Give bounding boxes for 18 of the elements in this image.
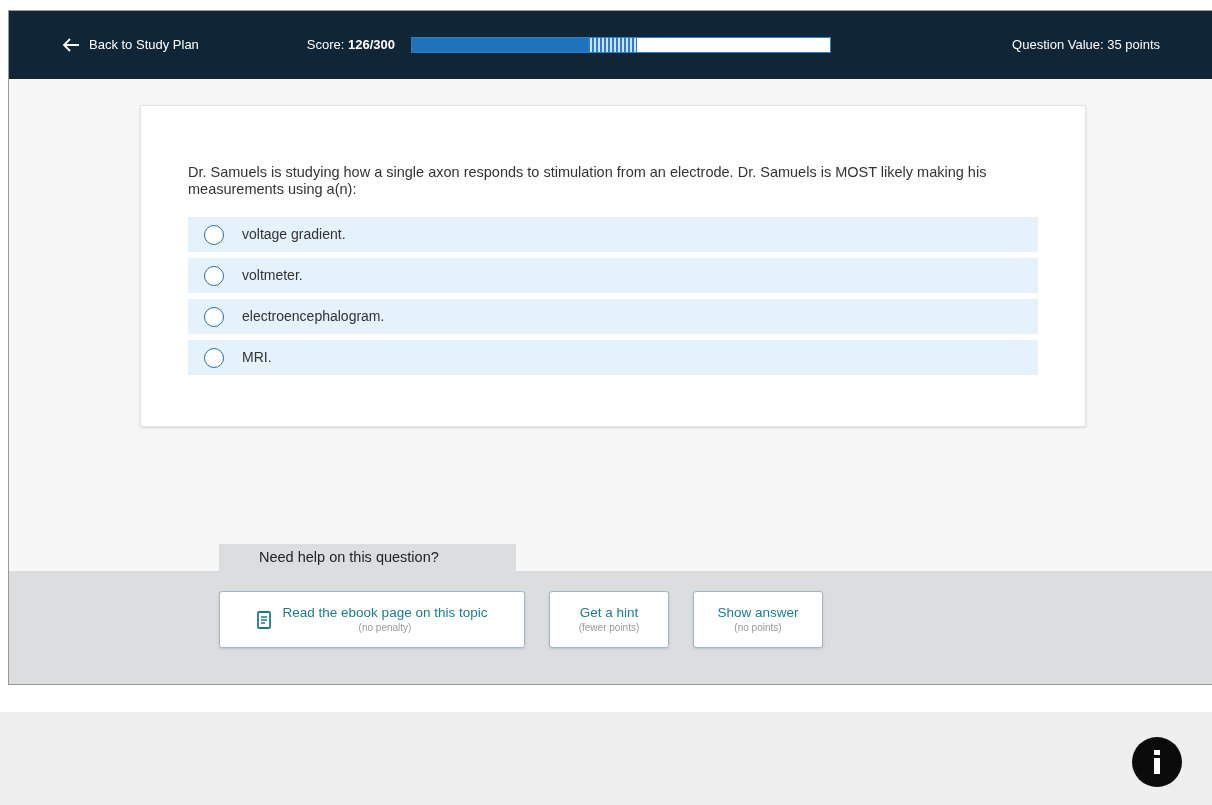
info-icon[interactable]: [1132, 737, 1182, 787]
question-value: Question Value: 35 points: [1012, 36, 1160, 55]
back-arrow-icon: [61, 37, 81, 53]
radio-button[interactable]: [204, 347, 224, 368]
back-link[interactable]: Back to Study Plan: [61, 35, 199, 55]
radio-button[interactable]: [204, 224, 224, 245]
radio-button[interactable]: [204, 265, 224, 286]
help-button[interactable]: Read the ebook page on this topic (no penalty): [219, 591, 525, 648]
answer-option[interactable]: voltmeter.: [188, 258, 1038, 293]
document-icon: [256, 610, 271, 629]
answer-option[interactable]: voltage gradient.: [188, 217, 1038, 252]
answer-option[interactable]: MRI.: [188, 340, 1038, 375]
score-label: Score: 126/300: [306, 36, 396, 55]
radio-button[interactable]: [204, 306, 224, 327]
question-text: Dr. Samuels is studying how a single axon responds to stimulation from an electrode. Dr. Samuels is MOST likely making his measurements using a(n):: [188, 164, 988, 198]
answer-option[interactable]: electroencephalogram.: [188, 299, 1038, 334]
help-button[interactable]: Get a hint (fewer points): [549, 591, 669, 648]
help-button[interactable]: Show answer (no points): [693, 591, 823, 648]
